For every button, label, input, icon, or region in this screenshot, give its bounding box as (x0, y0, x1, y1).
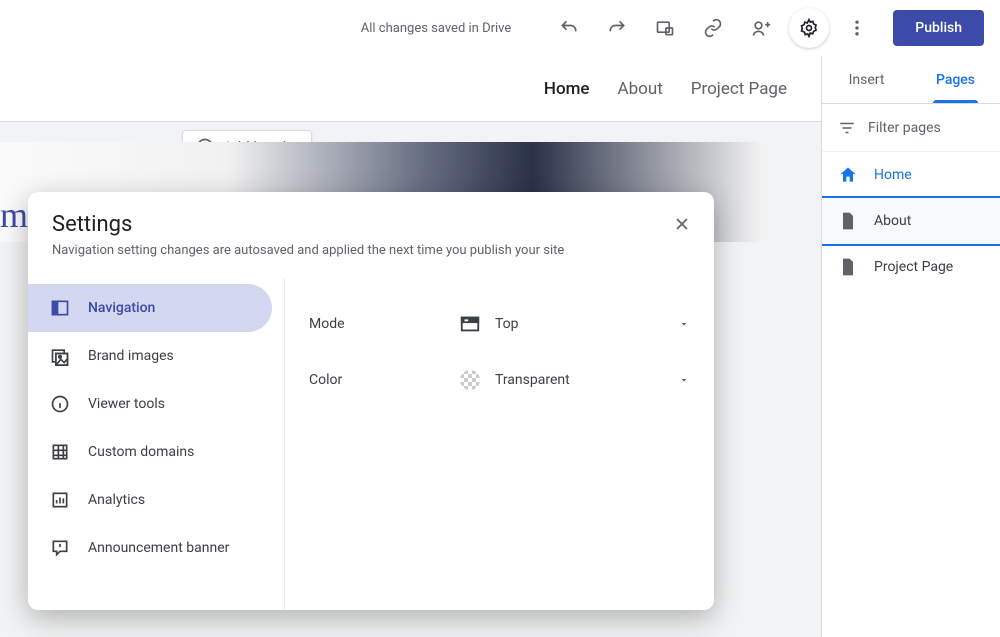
modal-sidebar: Navigation Brand images Viewer tools Cus… (28, 278, 284, 610)
publish-button[interactable]: Publish (893, 10, 984, 46)
redo-button[interactable] (597, 8, 637, 48)
color-label: Color (309, 372, 459, 388)
settings-button[interactable] (789, 8, 829, 48)
right-panel: Insert Pages Filter pages Home About Pro… (822, 56, 1000, 637)
share-button[interactable] (741, 8, 781, 48)
save-status: All changes saved in Drive (361, 21, 512, 36)
mode-select[interactable]: Top (459, 313, 690, 335)
chevron-down-icon (678, 374, 690, 386)
link-button[interactable] (693, 8, 733, 48)
sidebar-item-navigation[interactable]: Navigation (28, 284, 272, 332)
sidebar-item-viewer-tools[interactable]: Viewer tools (28, 380, 272, 428)
undo-button[interactable] (549, 8, 589, 48)
close-button[interactable] (668, 210, 696, 238)
page-item-label: Home (874, 167, 912, 183)
sidebar-item-label: Navigation (88, 300, 155, 316)
page-item-label: About (874, 213, 911, 229)
preview-button[interactable] (645, 8, 685, 48)
page-icon (838, 211, 858, 231)
page-icon (838, 257, 858, 277)
site-nav-about[interactable]: About (618, 79, 663, 99)
filter-icon (838, 119, 856, 137)
sidebar-item-brand-images[interactable]: Brand images (28, 332, 272, 380)
mode-top-icon (459, 313, 481, 335)
color-select[interactable]: Transparent (459, 369, 690, 391)
page-item-about[interactable]: About (822, 198, 1000, 244)
sidebar-item-label: Viewer tools (88, 396, 165, 412)
filter-pages-label: Filter pages (868, 120, 941, 136)
sidebar-item-announcement-banner[interactable]: Announcement banner (28, 524, 272, 572)
home-icon (838, 165, 858, 185)
close-icon (672, 214, 692, 234)
sidebar-item-label: Brand images (88, 348, 174, 364)
modal-content: Mode Top Color Trans (284, 278, 714, 610)
mode-value: Top (495, 316, 664, 332)
info-icon (50, 394, 70, 414)
chevron-down-icon (678, 318, 690, 330)
sidebar-item-label: Custom domains (88, 444, 194, 460)
site-nav-home[interactable]: Home (544, 79, 590, 99)
image-icon (50, 346, 70, 366)
page-item-home[interactable]: Home (822, 152, 1000, 198)
site-nav-project[interactable]: Project Page (691, 79, 787, 99)
settings-modal: Settings Navigation setting changes are … (28, 192, 714, 610)
tab-pages[interactable]: Pages (911, 56, 1000, 103)
color-value: Transparent (495, 372, 664, 388)
grid-icon (50, 442, 70, 462)
modal-title: Settings (52, 212, 690, 237)
sidebar-item-label: Analytics (88, 492, 145, 508)
right-panel-tabs: Insert Pages (822, 56, 1000, 104)
announcement-icon (50, 538, 70, 558)
sidebar-item-analytics[interactable]: Analytics (28, 476, 272, 524)
sidebar-item-custom-domains[interactable]: Custom domains (28, 428, 272, 476)
transparent-swatch-icon (459, 369, 481, 391)
mode-label: Mode (309, 316, 459, 332)
modal-subtitle: Navigation setting changes are autosaved… (52, 243, 690, 258)
top-toolbar: All changes saved in Drive Publish (0, 0, 1000, 56)
tab-insert[interactable]: Insert (822, 56, 911, 103)
more-button[interactable] (837, 8, 877, 48)
page-item-project[interactable]: Project Page (822, 244, 1000, 290)
page-item-label: Project Page (874, 259, 953, 275)
navigation-icon (50, 298, 70, 318)
site-nav: Home About Project Page (0, 56, 821, 122)
modal-header: Settings Navigation setting changes are … (28, 192, 714, 272)
analytics-icon (50, 490, 70, 510)
filter-pages[interactable]: Filter pages (822, 104, 1000, 152)
sidebar-item-label: Announcement banner (88, 540, 229, 556)
